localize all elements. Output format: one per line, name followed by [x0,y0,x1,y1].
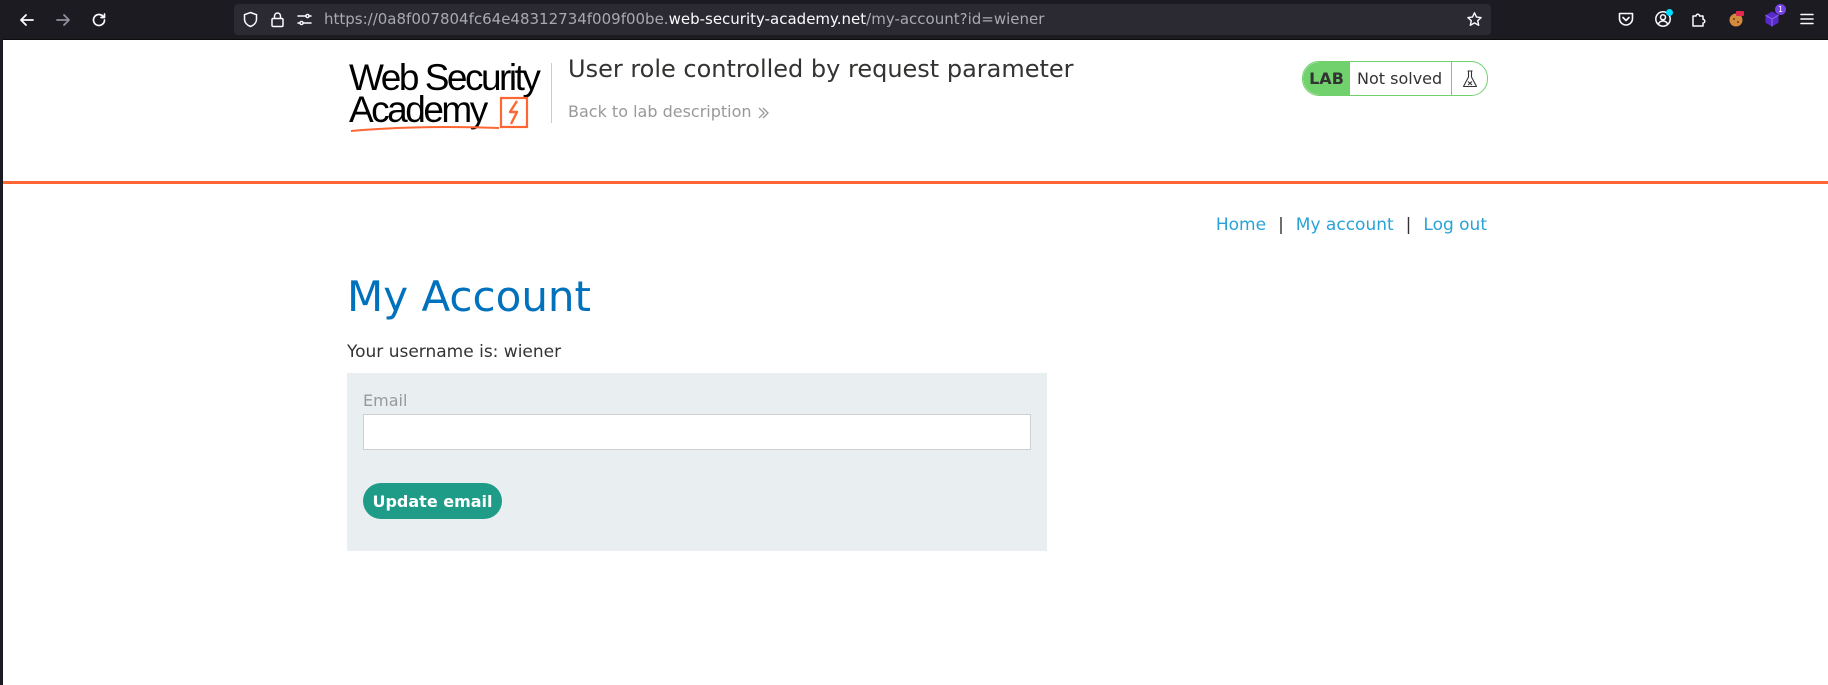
url-text[interactable]: https://0a8f007804fc64e48312734f009f00be… [324,11,1044,28]
arrow-right-icon [55,13,70,26]
url-prefix: https://0a8f007804fc64e48312734f009f00be… [324,10,669,28]
flask-icon [1462,69,1478,87]
web-security-academy-logo[interactable]: Web Security Academy [349,59,549,134]
top-navigation: Home | My account | Log out [1216,213,1487,237]
pocket-icon [1618,12,1634,26]
sync-dot [1666,9,1673,16]
menu-button[interactable] [1797,9,1817,29]
window-edge [0,39,3,685]
reload-icon [92,12,105,26]
extension-badge: 1 [1775,4,1786,15]
extension-cube-button[interactable]: 1 [1762,4,1786,29]
hamburger-menu-icon [1800,13,1814,25]
email-label: Email [363,391,408,410]
star-icon[interactable] [1466,11,1483,28]
back-link-label: Back to lab description [568,102,752,121]
nav-my-account-link[interactable]: My account [1296,215,1394,235]
back-to-lab-description-link[interactable]: Back to lab description [568,101,770,123]
permissions-icon[interactable] [296,11,313,28]
browser-toolbar: https://0a8f007804fc64e48312734f009f00be… [0,0,1828,40]
puzzle-icon [1692,13,1706,27]
lab-title: User role controlled by request paramete… [568,55,1074,83]
lab-status-icon-container [1451,62,1487,95]
cookie-icon [1729,11,1744,27]
url-path: /my-account?id=wiener [866,10,1045,28]
page-title: My Account [347,272,592,321]
account-button[interactable] [1653,9,1673,29]
lab-status-widget: LAB Not solved [1302,61,1488,96]
username-text: Your username is: wiener [347,342,562,362]
shield-icon[interactable] [242,11,259,28]
double-chevron-right-icon [758,107,769,118]
arrow-left-icon [19,13,34,26]
lab-badge: LAB [1303,62,1350,95]
logo-bolt-icon [350,96,529,132]
email-field[interactable] [363,414,1031,450]
url-domain: web-security-academy.net [668,10,867,28]
lab-status-text: Not solved [1357,69,1443,88]
update-email-button[interactable]: Update email [363,483,502,519]
extensions-button[interactable] [1689,9,1709,29]
nav-separator: | [1405,215,1412,235]
address-bar[interactable]: https://0a8f007804fc64e48312734f009f00be… [234,4,1491,35]
nav-log-out-link[interactable]: Log out [1423,215,1487,235]
back-button[interactable] [13,6,40,33]
reload-button[interactable] [85,6,112,33]
header-orange-rule [3,181,1828,184]
nav-separator: | [1278,215,1284,235]
nav-home-link[interactable]: Home [1216,215,1266,235]
extension-cookie-button[interactable] [1726,9,1746,29]
update-email-form: Email Update email [347,373,1047,551]
lock-icon[interactable] [269,11,286,28]
header-divider [551,63,552,123]
pocket-button[interactable] [1616,9,1636,29]
forward-button[interactable] [49,6,76,33]
